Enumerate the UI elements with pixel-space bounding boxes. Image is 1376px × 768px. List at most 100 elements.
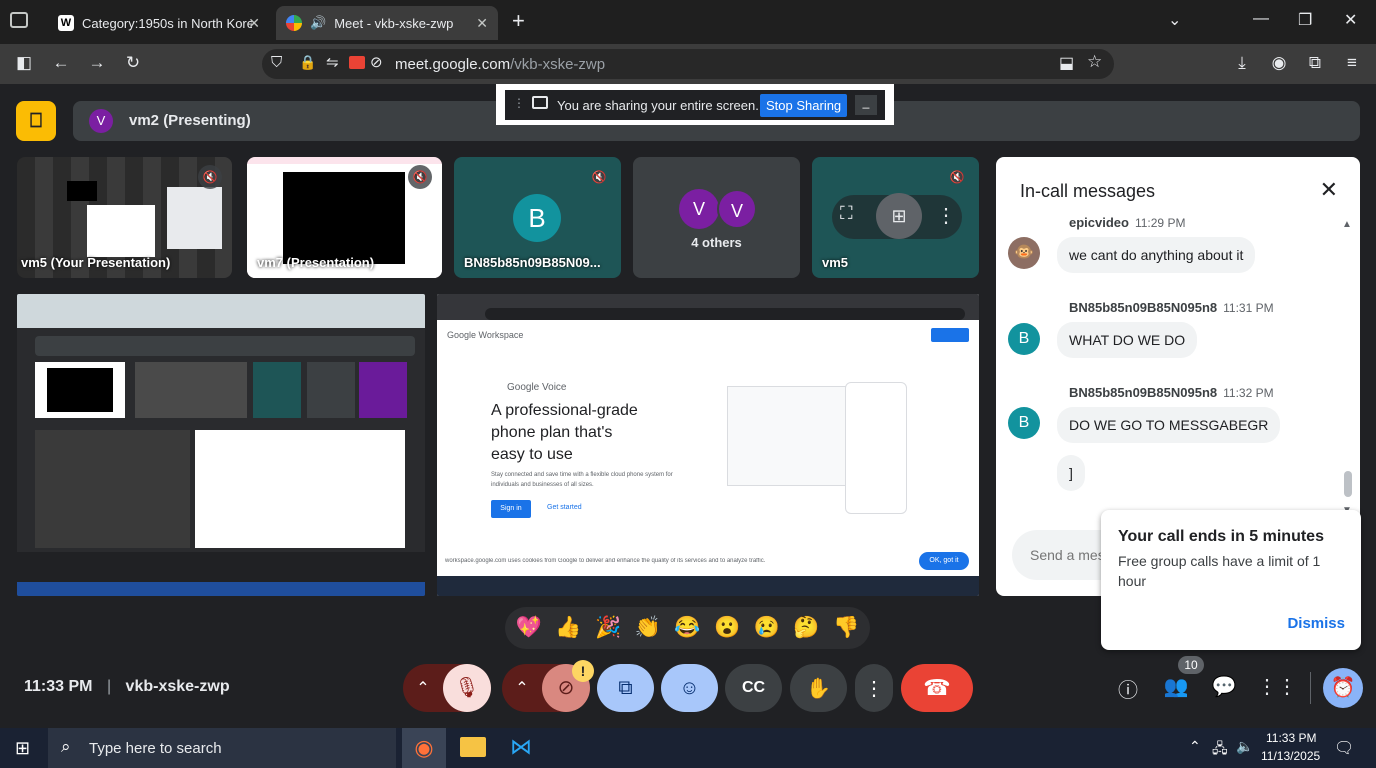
lock-icon[interactable]: 🔒 bbox=[299, 54, 316, 71]
captions-button[interactable]: CC bbox=[725, 664, 782, 712]
scroll-up-icon[interactable]: ▲ bbox=[1342, 219, 1352, 230]
bookmark-star-icon[interactable]: ☆ bbox=[1087, 52, 1102, 72]
participant-count-badge: 10 bbox=[1178, 656, 1204, 674]
taskbar-search[interactable]: ⌕ Type here to search bbox=[48, 728, 396, 768]
notice-title: Your call ends in 5 minutes bbox=[1118, 528, 1324, 545]
address-bar[interactable]: ⛉ 🔒 ⇋ ⊘ meet.google.com/vkb-xske-zwp ⬓ ☆ bbox=[262, 49, 1114, 79]
back-icon[interactable]: ← bbox=[50, 53, 72, 73]
google-voice-label: Google Voice bbox=[507, 382, 567, 393]
taskbar-date[interactable]: 11/13/2025 bbox=[1261, 749, 1320, 763]
shield-icon[interactable]: ⛉ bbox=[271, 54, 282, 71]
warning-badge-icon[interactable]: ! bbox=[572, 660, 594, 682]
reaction-thumbs-up[interactable]: 👍 bbox=[549, 610, 587, 646]
share-banner-text: You are sharing your entire screen. bbox=[557, 97, 759, 113]
stop-sharing-button[interactable]: Stop Sharing bbox=[760, 94, 848, 117]
extensions-icon[interactable]: ⧉ bbox=[1304, 53, 1326, 73]
taskbar-time[interactable]: 11:33 PM bbox=[1266, 731, 1316, 745]
tile-vm5[interactable]: 🔇 ⛶ ⊞ ⋮ vm5 bbox=[812, 157, 979, 278]
tab-meet[interactable]: 🔊 Meet - vkb-xske-zwp ✕ bbox=[276, 6, 498, 40]
phone-mockup bbox=[727, 386, 847, 486]
video-options-chevron-icon[interactable]: ⌃ bbox=[502, 678, 542, 698]
thumbnail-window bbox=[167, 187, 222, 249]
notifications-icon[interactable]: 🗨 bbox=[1334, 738, 1354, 758]
get-started-link[interactable]: Get started bbox=[547, 504, 582, 511]
thumbnail-window bbox=[87, 205, 155, 257]
tile-vm7-screen-share[interactable]: Google Workspace Google Voice A professi… bbox=[437, 294, 979, 596]
account-icon[interactable]: ◉ bbox=[1268, 53, 1290, 73]
reaction-bar: 💖 👍 🎉 👏 😂 😮 😢 🤔 👎 bbox=[505, 607, 870, 649]
close-icon[interactable]: ✕ bbox=[248, 15, 260, 32]
maximize-icon[interactable]: ❐ bbox=[1298, 10, 1312, 30]
speaker-icon[interactable]: 🔊 bbox=[310, 15, 326, 31]
avatar: B bbox=[1008, 407, 1040, 439]
mic-off-button[interactable]: 🎙 bbox=[443, 664, 491, 712]
meeting-info-icon[interactable]: ⓘ bbox=[1112, 674, 1144, 702]
file-explorer-icon[interactable] bbox=[460, 737, 486, 757]
close-icon[interactable]: ✕ bbox=[476, 15, 488, 32]
tile-others[interactable]: V V 4 others bbox=[633, 157, 800, 278]
reload-icon[interactable]: ↻ bbox=[122, 53, 144, 73]
more-options-icon[interactable]: ⋮ bbox=[936, 203, 956, 228]
tile-vm7-presentation[interactable]: 🔇 vm7 (Presentation) bbox=[247, 157, 442, 278]
reaction-laughing[interactable]: 😂 bbox=[668, 610, 706, 646]
cookie-ok-button[interactable]: OK, got it bbox=[919, 552, 969, 570]
divider bbox=[1310, 672, 1311, 704]
nested-tile bbox=[35, 430, 190, 548]
activities-icon[interactable]: ⋮⋮ bbox=[1257, 674, 1297, 702]
reaction-surprised[interactable]: 😮 bbox=[708, 610, 746, 646]
sidebar-icon[interactable]: ◧ bbox=[13, 53, 35, 73]
firefox-icon[interactable]: ◉ bbox=[402, 728, 446, 768]
chat-icon[interactable]: 💬 bbox=[1208, 674, 1240, 702]
send-reaction-button[interactable]: ☺ bbox=[661, 664, 718, 712]
minimize-icon[interactable]: — bbox=[1253, 10, 1269, 28]
reaction-thinking[interactable]: 🤔 bbox=[787, 610, 825, 646]
audio-options-chevron-icon[interactable]: ⌃ bbox=[403, 678, 443, 698]
permissions-icon[interactable]: ⇋ bbox=[326, 53, 339, 71]
tile-vm2-screen-share[interactable] bbox=[17, 294, 425, 596]
nested-taskbar bbox=[437, 576, 979, 596]
reaction-thumbs-down[interactable]: 👎 bbox=[827, 610, 865, 646]
new-tab-button[interactable]: + bbox=[512, 8, 525, 34]
reaction-crying[interactable]: 😢 bbox=[748, 610, 786, 646]
downloads-icon[interactable]: ⤓ bbox=[1231, 53, 1253, 73]
vscode-icon[interactable]: ⋈ bbox=[510, 734, 532, 760]
tray-overflow-icon[interactable]: ⌃ bbox=[1189, 738, 1201, 755]
drag-handle-icon[interactable]: ⋮ bbox=[513, 96, 525, 110]
present-screen-button[interactable]: ⧉ bbox=[597, 664, 654, 712]
menu-icon[interactable]: ≡ bbox=[1341, 53, 1363, 73]
workspace-sign-in-button[interactable] bbox=[931, 328, 969, 342]
reaction-clapping[interactable]: 👏 bbox=[629, 610, 667, 646]
screen-share-indicator-icon[interactable] bbox=[349, 56, 365, 69]
tab-list-icon[interactable]: ⌄ bbox=[1168, 10, 1181, 30]
tab-wikipedia[interactable]: W Category:1950s in North Korea ✕ bbox=[48, 6, 270, 40]
leave-call-button[interactable]: ☎ bbox=[901, 664, 973, 712]
network-icon[interactable]: 🖧 bbox=[1212, 738, 1228, 762]
reaction-sparkling-heart[interactable]: 💖 bbox=[510, 610, 548, 646]
tab-actions-icon[interactable] bbox=[10, 12, 28, 28]
tile-bn85-participant[interactable]: B 🔇 BN85b85n09B85N09... bbox=[454, 157, 621, 278]
reaction-party-popper[interactable]: 🎉 bbox=[589, 610, 627, 646]
install-app-icon[interactable]: ⬓ bbox=[1059, 53, 1074, 73]
minimize-banner-icon[interactable]: _ bbox=[855, 95, 877, 115]
sign-in-button[interactable]: Sign in bbox=[491, 500, 531, 518]
tracking-blocked-icon[interactable]: ⊘ bbox=[370, 53, 383, 71]
windows-start-icon[interactable]: ⊞ bbox=[15, 738, 30, 759]
people-icon[interactable]: 👥 bbox=[1160, 674, 1192, 702]
host-controls-icon[interactable]: ⏰ bbox=[1323, 668, 1363, 708]
close-icon[interactable]: ✕ bbox=[1320, 177, 1338, 203]
close-window-icon[interactable]: ✕ bbox=[1344, 10, 1357, 30]
forward-icon[interactable]: → bbox=[86, 53, 108, 73]
dismiss-button[interactable]: Dismiss bbox=[1287, 615, 1345, 632]
url-text[interactable]: meet.google.com/vkb-xske-zwp bbox=[395, 56, 605, 73]
raise-hand-button[interactable]: ✋ bbox=[790, 664, 847, 712]
tile-vm5-presentation[interactable]: 🔇 vm5 (Your Presentation) bbox=[17, 157, 232, 278]
volume-icon[interactable]: 🔈 bbox=[1236, 738, 1253, 755]
more-options-button[interactable]: ⋮ bbox=[855, 664, 893, 712]
tile-label: vm5 bbox=[822, 255, 849, 270]
frame-icon[interactable]: ⛶ bbox=[840, 203, 853, 224]
meeting-details: 11:33 PM | vkb-xske-zwp bbox=[24, 678, 230, 696]
scroll-thumb[interactable] bbox=[1344, 471, 1352, 497]
scrollbar[interactable]: ▲ ▼ bbox=[1342, 219, 1352, 516]
workspace-brand: Google Workspace bbox=[447, 330, 524, 340]
pin-tile-icon[interactable]: ⊞ bbox=[876, 193, 922, 239]
